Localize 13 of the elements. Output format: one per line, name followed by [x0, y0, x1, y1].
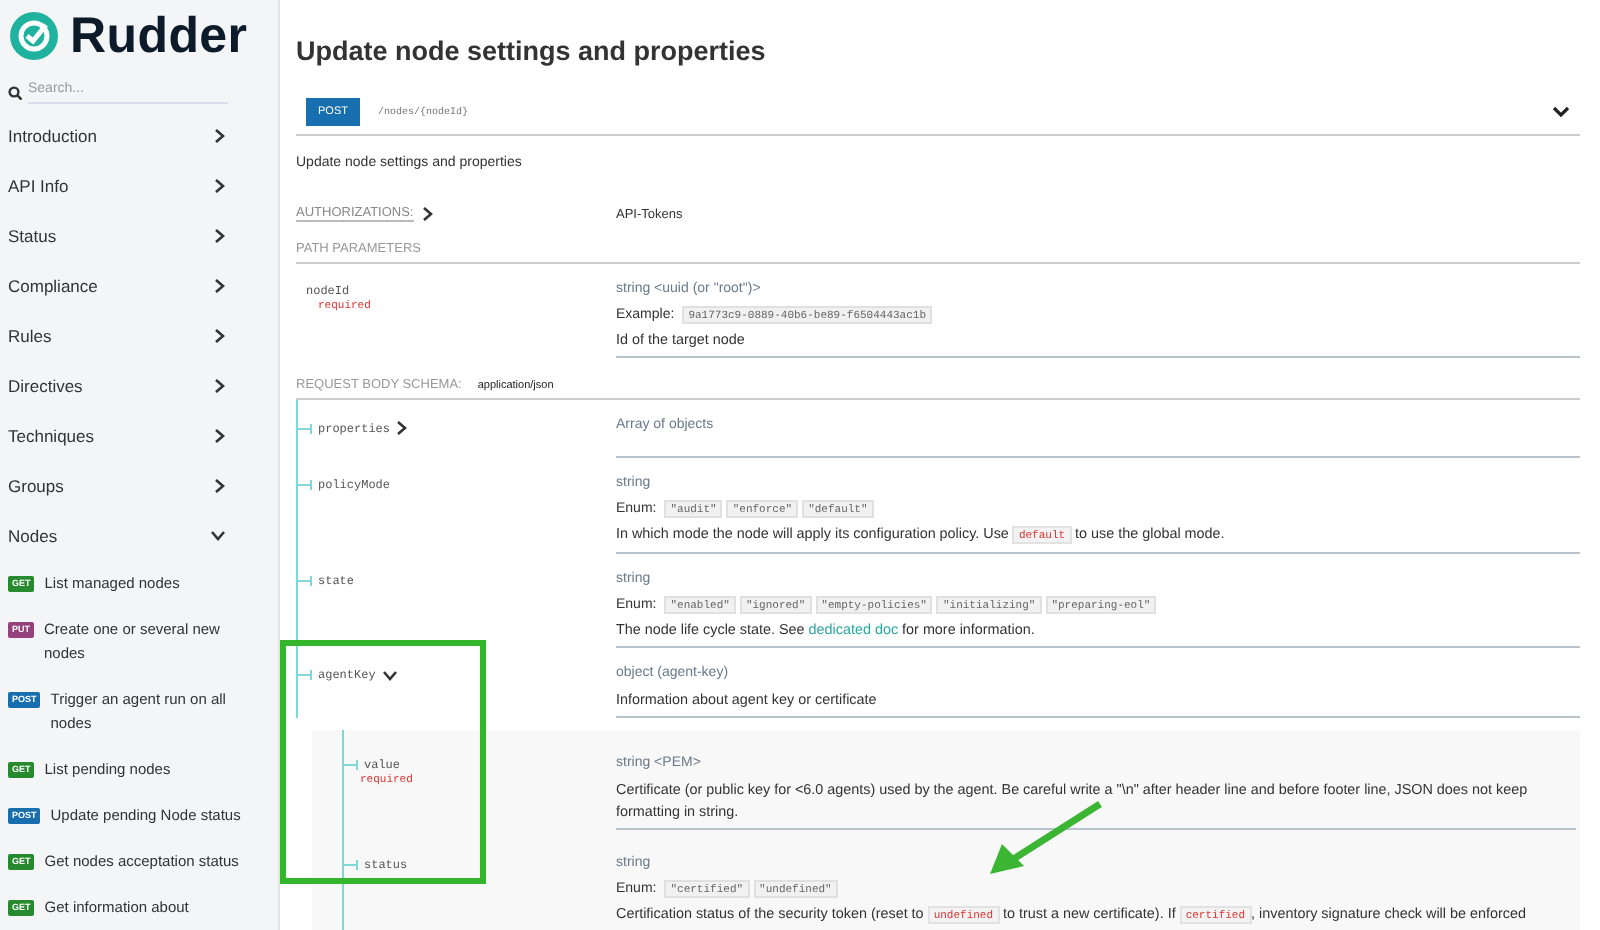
search-icon	[8, 86, 22, 100]
sidebar-section[interactable]: API Info	[0, 160, 278, 210]
sidebar-section[interactable]: Rules	[0, 310, 278, 360]
sidebar-section[interactable]: Nodes	[0, 510, 278, 560]
sidebar-section[interactable]: Groups	[0, 460, 278, 510]
sidebar-section[interactable]: Directives	[0, 360, 278, 410]
sidebar-section[interactable]: Compliance	[0, 260, 278, 310]
sidebar-section[interactable]: Techniques	[0, 410, 278, 460]
sidebar-section[interactable]: Introduction	[0, 110, 278, 160]
page-title: Update node settings and properties	[296, 36, 768, 66]
sidebar-section[interactable]: Status	[0, 210, 278, 260]
logo-wordmark: Rudder	[70, 7, 248, 65]
chevron-right-icon	[421, 206, 434, 222]
